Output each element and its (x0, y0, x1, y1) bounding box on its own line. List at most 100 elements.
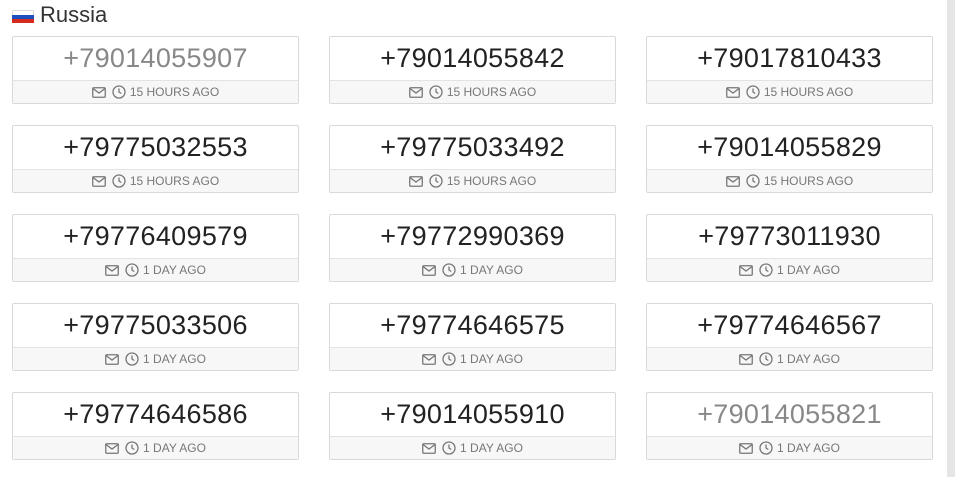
phone-number-card[interactable]: +79775033492 15 HOURS AGO (329, 125, 616, 193)
envelope-icon (725, 175, 740, 187)
card-meta: 1 DAY AGO (13, 348, 298, 370)
clock-icon (429, 174, 443, 188)
phone-number-card[interactable]: +79772990369 1 DAY AGO (329, 214, 616, 282)
phone-number-card[interactable]: +79774646575 1 DAY AGO (329, 303, 616, 371)
clock-icon (442, 352, 456, 366)
phone-number-card[interactable]: +79773011930 1 DAY AGO (646, 214, 933, 282)
timestamp-label: 1 DAY AGO (143, 352, 206, 366)
phone-number: +79773011930 (647, 215, 932, 259)
timestamp-label: 1 DAY AGO (460, 352, 523, 366)
card-meta: 1 DAY AGO (330, 437, 615, 459)
timestamp: 1 DAY AGO (442, 441, 523, 455)
card-meta: 1 DAY AGO (330, 348, 615, 370)
envelope-icon (422, 353, 436, 365)
envelope-icon (725, 86, 740, 98)
clock-icon (759, 352, 773, 366)
phone-number: +79774646567 (647, 304, 932, 348)
phone-number: +79014055907 (13, 37, 298, 81)
phone-number: +79774646586 (13, 393, 298, 437)
timestamp-label: 1 DAY AGO (143, 263, 206, 277)
clock-icon (125, 263, 139, 277)
timestamp-label: 15 HOURS AGO (129, 174, 220, 188)
envelope-icon (739, 353, 753, 365)
timestamp: 1 DAY AGO (759, 263, 840, 277)
clock-icon (442, 441, 456, 455)
timestamp-label: 1 DAY AGO (460, 441, 523, 455)
timestamp-label: 15 HOURS AGO (446, 174, 537, 188)
envelope-icon (91, 86, 106, 98)
phone-number-grid: +79014055907 15 HOURS AGO +79014055842 15 H… (12, 36, 933, 460)
clock-icon (125, 352, 139, 366)
envelope-icon (739, 264, 753, 276)
card-meta: 1 DAY AGO (13, 437, 298, 459)
timestamp-label: 1 DAY AGO (777, 263, 840, 277)
timestamp: 1 DAY AGO (442, 263, 523, 277)
card-meta: 15 HOURS AGO (13, 170, 298, 192)
phone-number: +79014055821 (647, 393, 932, 437)
timestamp-label: 15 HOURS AGO (129, 85, 220, 99)
envelope-icon (105, 442, 119, 454)
phone-number-card[interactable]: +79014055842 15 HOURS AGO (329, 36, 616, 104)
phone-number-card[interactable]: +79014055829 15 HOURS AGO (646, 125, 933, 193)
phone-number: +79014055910 (330, 393, 615, 437)
phone-number-card[interactable]: +79776409579 1 DAY AGO (12, 214, 299, 282)
phone-number: +79775033506 (13, 304, 298, 348)
country-title: Russia (40, 2, 108, 27)
timestamp-label: 15 HOURS AGO (446, 85, 537, 99)
card-meta: 1 DAY AGO (647, 259, 932, 281)
envelope-icon (408, 86, 423, 98)
clock-icon (759, 441, 773, 455)
card-meta: 15 HOURS AGO (647, 81, 932, 103)
scrollbar[interactable] (947, 0, 955, 477)
phone-number: +79017810433 (647, 37, 932, 81)
timestamp: 15 HOURS AGO (429, 85, 536, 99)
phone-number-card[interactable]: +79014055910 1 DAY AGO (329, 392, 616, 460)
clock-icon (429, 85, 443, 99)
timestamp: 15 HOURS AGO (112, 174, 219, 188)
timestamp: 15 HOURS AGO (112, 85, 219, 99)
clock-icon (746, 174, 760, 188)
timestamp-label: 1 DAY AGO (143, 441, 206, 455)
card-meta: 15 HOURS AGO (13, 81, 298, 103)
phone-number-card[interactable]: +79014055907 15 HOURS AGO (12, 36, 299, 104)
phone-number-card[interactable]: +79775033506 1 DAY AGO (12, 303, 299, 371)
card-meta: 1 DAY AGO (330, 259, 615, 281)
phone-number: +79772990369 (330, 215, 615, 259)
phone-number: +79775033492 (330, 126, 615, 170)
phone-number-card[interactable]: +79017810433 15 HOURS AGO (646, 36, 933, 104)
phone-number-card[interactable]: +79774646567 1 DAY AGO (646, 303, 933, 371)
timestamp-label: 1 DAY AGO (460, 263, 523, 277)
timestamp: 1 DAY AGO (125, 263, 206, 277)
section-header: Russia (12, 2, 107, 28)
timestamp: 15 HOURS AGO (429, 174, 536, 188)
envelope-icon (105, 264, 119, 276)
russia-flag-icon (12, 10, 34, 23)
envelope-icon (408, 175, 423, 187)
phone-number-card[interactable]: +79774646586 1 DAY AGO (12, 392, 299, 460)
card-meta: 15 HOURS AGO (330, 81, 615, 103)
phone-number: +79774646575 (330, 304, 615, 348)
card-meta: 1 DAY AGO (647, 348, 932, 370)
phone-number-card[interactable]: +79014055821 1 DAY AGO (646, 392, 933, 460)
clock-icon (125, 441, 139, 455)
timestamp: 1 DAY AGO (442, 352, 523, 366)
timestamp: 15 HOURS AGO (746, 174, 853, 188)
envelope-icon (739, 442, 753, 454)
clock-icon (746, 85, 760, 99)
envelope-icon (105, 353, 119, 365)
timestamp: 1 DAY AGO (125, 352, 206, 366)
phone-number: +79014055842 (330, 37, 615, 81)
phone-number: +79776409579 (13, 215, 298, 259)
timestamp-label: 1 DAY AGO (777, 441, 840, 455)
card-meta: 15 HOURS AGO (330, 170, 615, 192)
envelope-icon (91, 175, 106, 187)
timestamp: 15 HOURS AGO (746, 85, 853, 99)
phone-number-card[interactable]: +79775032553 15 HOURS AGO (12, 125, 299, 193)
timestamp: 1 DAY AGO (125, 441, 206, 455)
card-meta: 1 DAY AGO (13, 259, 298, 281)
timestamp-label: 1 DAY AGO (777, 352, 840, 366)
clock-icon (112, 174, 126, 188)
timestamp-label: 15 HOURS AGO (763, 174, 854, 188)
timestamp: 1 DAY AGO (759, 441, 840, 455)
clock-icon (442, 263, 456, 277)
